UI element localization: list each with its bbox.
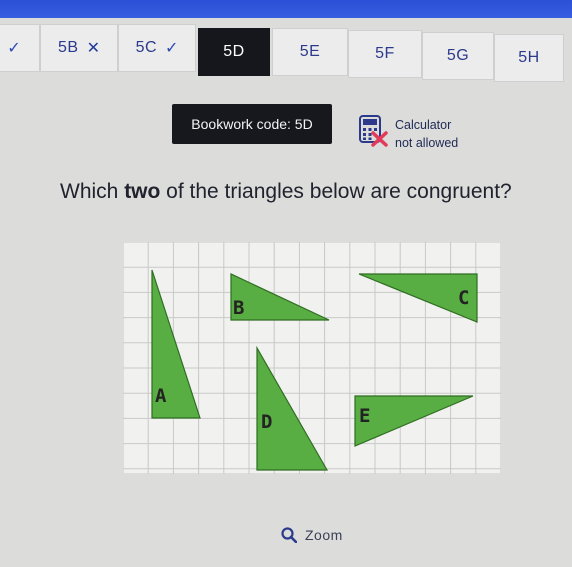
search-icon bbox=[281, 527, 297, 543]
triangle-grid: A B C D E bbox=[123, 242, 501, 474]
question-emphasis: two bbox=[124, 180, 161, 203]
tab-5f[interactable]: 5F bbox=[348, 30, 422, 78]
triangle-e-label: E bbox=[359, 405, 370, 427]
bookwork-code-badge: Bookwork code: 5D bbox=[172, 104, 332, 144]
tab-label: 5F bbox=[375, 45, 395, 62]
calculator-crossed-icon bbox=[359, 115, 388, 147]
triangle-a-label: A bbox=[155, 385, 167, 407]
tab-label: 5D bbox=[223, 43, 245, 60]
bookwork-tabs: ✓ 5B ✕ 5C ✓ 5D 5E 5F 5G 5H bbox=[0, 16, 572, 82]
tick-icon: ✓ bbox=[7, 40, 21, 57]
question-prefix: Which bbox=[60, 180, 125, 203]
tab-label: 5B bbox=[58, 39, 79, 56]
tab-5d[interactable]: 5D bbox=[198, 28, 270, 76]
calculator-notice: Calculator not allowed bbox=[395, 116, 458, 152]
tab-prev-complete[interactable]: ✓ bbox=[0, 24, 40, 72]
question-suffix: of the triangles below are congruent? bbox=[160, 180, 512, 203]
triangle-c-label: C bbox=[458, 287, 469, 309]
cross-icon: ✕ bbox=[86, 40, 100, 57]
tab-label: 5E bbox=[299, 43, 321, 60]
tab-5h[interactable]: 5H bbox=[494, 34, 564, 82]
tab-label: 5C bbox=[135, 39, 158, 56]
zoom-label: Zoom bbox=[305, 527, 343, 543]
question-text: Which two of the triangles below are con… bbox=[60, 180, 512, 204]
tab-5b[interactable]: 5B ✕ bbox=[40, 24, 118, 72]
tab-5c[interactable]: 5C ✓ bbox=[118, 24, 196, 72]
tab-5g[interactable]: 5G bbox=[422, 32, 494, 80]
triangle-b-label: B bbox=[233, 297, 244, 319]
tab-label: 5G bbox=[446, 47, 470, 64]
bookwork-code-text: Bookwork code: 5D bbox=[191, 116, 313, 132]
triangle-d-label: D bbox=[261, 411, 272, 433]
calculator-line2: not allowed bbox=[395, 136, 459, 150]
calculator-line1: Calculator bbox=[395, 118, 452, 132]
tab-label: 5H bbox=[518, 49, 540, 66]
tick-icon: ✓ bbox=[165, 40, 179, 57]
tab-5e[interactable]: 5E bbox=[272, 28, 348, 76]
zoom-button[interactable]: Zoom bbox=[281, 527, 343, 543]
